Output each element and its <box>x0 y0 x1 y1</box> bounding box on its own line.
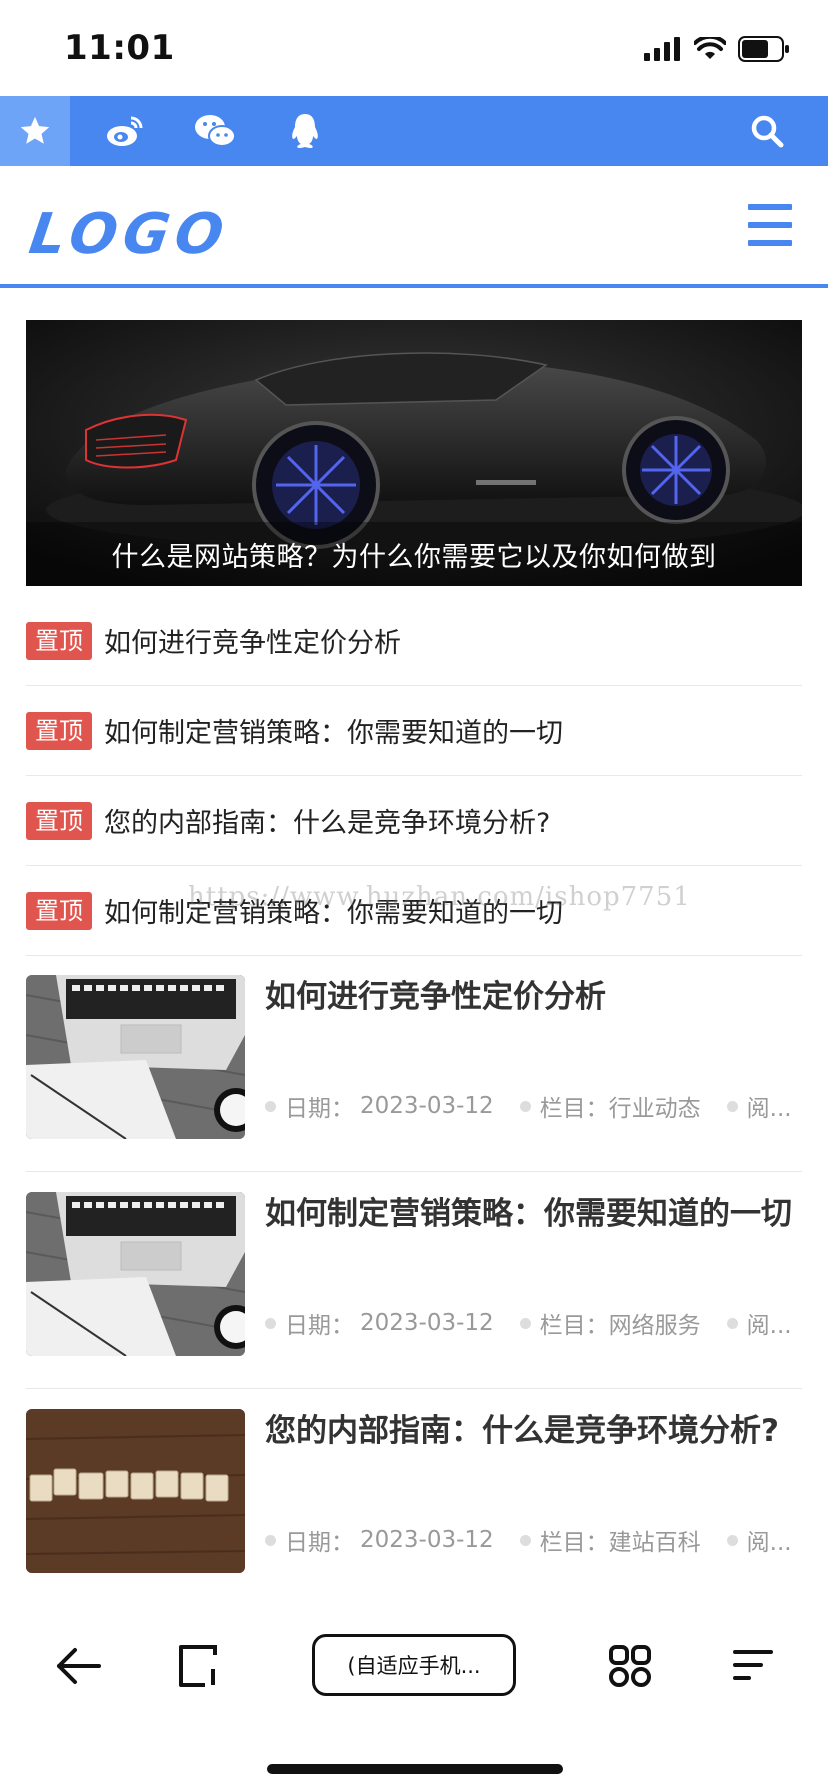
browser-toolbar: (自适应手机... <box>0 1586 828 1792</box>
weibo-button[interactable] <box>90 96 160 166</box>
meta-category: 栏目： 建站百科 <box>519 1523 701 1557</box>
pinned-badge: 置顶 <box>26 891 92 930</box>
address-bar[interactable]: (自适应手机... <box>312 1634 516 1696</box>
reads-label: 阅... <box>746 1530 792 1556</box>
category-value[interactable]: 行业动态 <box>609 1089 701 1123</box>
qq-button[interactable] <box>270 96 340 166</box>
date-value: 2023-03-12 <box>360 1310 494 1336</box>
pinned-item[interactable]: 置顶 您的内部指南：什么是竞争环境分析? <box>26 776 802 866</box>
bullet-dot-icon <box>726 1317 738 1329</box>
article-meta: 日期： 2023-03-12 栏目： 建站百科 阅... <box>265 1523 818 1557</box>
article-title[interactable]: 您的内部指南：什么是竞争环境分析? <box>265 1403 802 1459</box>
category-value[interactable]: 网络服务 <box>609 1306 701 1340</box>
bullet-dot-icon <box>519 1317 531 1329</box>
date-value: 2023-03-12 <box>360 1527 494 1553</box>
adwords-tiles-image <box>26 1409 245 1573</box>
date-value: 2023-03-12 <box>360 1093 494 1119</box>
category-label: 栏目： <box>539 1096 609 1122</box>
meta-category: 栏目： 网络服务 <box>519 1306 701 1340</box>
article-list: 如何进行竞争性定价分析 日期：2023-03-12 栏目：行业动态 阅... <box>26 955 802 1606</box>
pinned-badge: 置顶 <box>26 711 92 750</box>
pinned-item[interactable]: 置顶 如何进行竞争性定价分析 <box>26 596 802 686</box>
bullet-dot-icon <box>726 1100 738 1112</box>
weibo-icon <box>107 116 143 146</box>
tabs-button[interactable] <box>168 1636 228 1696</box>
meta-category: 栏目： 行业动态 <box>519 1089 701 1123</box>
search-icon <box>751 115 784 148</box>
date-label: 日期： <box>285 1096 354 1122</box>
article-item[interactable]: 您的内部指南：什么是竞争环境分析? 日期： 2023-03-12 栏目： 建站百科 … <box>26 1389 802 1606</box>
laptop-notebook-image <box>26 1192 245 1356</box>
article-meta: 日期： 2023-03-12 栏目： 行业动态 阅... <box>265 1089 818 1123</box>
category-label: 栏目： <box>539 1530 609 1556</box>
article-thumbnail[interactable] <box>26 1409 245 1573</box>
banner-caption: 什么是网站策略？为什么你需要它以及你如何做到 <box>26 522 802 586</box>
site-logo[interactable]: LOGO <box>25 202 233 267</box>
category-label: 栏目： <box>539 1313 609 1339</box>
wechat-button[interactable] <box>180 96 250 166</box>
menu-button[interactable] <box>722 1636 782 1696</box>
meta-date: 日期： 2023-03-12 <box>265 1523 494 1557</box>
status-icons <box>644 36 790 62</box>
back-button[interactable] <box>48 1636 108 1696</box>
article-meta: 日期： 2023-03-12 栏目： 网络服务 阅... <box>265 1306 818 1340</box>
article-item[interactable]: 如何制定营销策略：你需要知道的一切 日期： 2023-03-12 栏目： 网络服务 … <box>26 1172 802 1389</box>
back-arrow-icon <box>57 1648 101 1684</box>
reads-label: 阅... <box>746 1096 792 1122</box>
category-value[interactable]: 建站百科 <box>609 1523 701 1557</box>
social-bar <box>0 96 828 166</box>
star-icon <box>20 116 50 144</box>
bullet-dot-icon <box>519 1534 531 1546</box>
article-thumbnail[interactable] <box>26 975 245 1139</box>
menu-lines-icon <box>733 1650 773 1680</box>
meta-reads: 阅... <box>726 1306 792 1340</box>
meta-date: 日期： 2023-03-12 <box>265 1089 494 1123</box>
date-label: 日期： <box>285 1313 354 1339</box>
bullet-dot-icon <box>519 1100 531 1112</box>
pinned-badge: 置顶 <box>26 801 92 840</box>
pinned-title[interactable]: 您的内部指南：什么是竞争环境分析? <box>104 801 550 840</box>
meta-date: 日期： 2023-03-12 <box>265 1306 494 1340</box>
banner-slide[interactable]: 什么是网站策略？为什么你需要它以及你如何做到 <box>26 320 802 586</box>
pinned-title[interactable]: 如何制定营销策略：你需要知道的一切 <box>104 891 563 930</box>
article-body: 您的内部指南：什么是竞争环境分析? 日期： 2023-03-12 栏目： 建站百科 … <box>265 1409 802 1573</box>
bullet-dot-icon <box>265 1317 276 1329</box>
meta-reads: 阅... <box>726 1089 792 1123</box>
article-body: 如何制定营销策略：你需要知道的一切 日期： 2023-03-12 栏目： 网络服务 … <box>265 1192 802 1356</box>
status-time: 11:01 <box>64 28 175 68</box>
article-title[interactable]: 如何进行竞争性定价分析 <box>265 969 802 1025</box>
pinned-list: 置顶 如何进行竞争性定价分析 置顶 如何制定营销策略：你需要知道的一切 置顶 您… <box>26 596 802 956</box>
hamburger-menu-icon[interactable] <box>748 204 792 246</box>
site-header: LOGO <box>0 166 828 288</box>
wechat-icon <box>195 115 236 147</box>
bullet-dot-icon <box>726 1534 738 1546</box>
pinned-title[interactable]: 如何制定营销策略：你需要知道的一切 <box>104 711 563 750</box>
date-label: 日期： <box>285 1530 354 1556</box>
pinned-title[interactable]: 如何进行竞争性定价分析 <box>104 621 401 660</box>
tabs-icon <box>179 1645 217 1687</box>
bullet-dot-icon <box>265 1534 276 1546</box>
home-indicator[interactable] <box>267 1764 563 1774</box>
grid-apps-icon <box>609 1645 651 1687</box>
reads-label: 阅... <box>746 1313 792 1339</box>
article-item[interactable]: 如何进行竞争性定价分析 日期： 2023-03-12 栏目： 行业动态 阅... <box>26 955 802 1172</box>
qq-icon <box>292 114 318 148</box>
apps-button[interactable] <box>600 1636 660 1696</box>
laptop-notebook-image <box>26 975 245 1139</box>
article-title[interactable]: 如何制定营销策略：你需要知道的一切 <box>265 1186 802 1242</box>
pinned-item[interactable]: 置顶 如何制定营销策略：你需要知道的一切 <box>26 686 802 776</box>
bullet-dot-icon <box>265 1100 276 1112</box>
wifi-icon <box>694 37 726 59</box>
article-body: 如何进行竞争性定价分析 日期： 2023-03-12 栏目： 行业动态 阅... <box>265 975 802 1139</box>
favorite-button[interactable] <box>0 96 70 166</box>
cellular-signal-icon <box>644 37 680 61</box>
status-bar: 11:01 <box>0 0 828 96</box>
pinned-item[interactable]: 置顶 如何制定营销策略：你需要知道的一切 <box>26 866 802 956</box>
pinned-badge: 置顶 <box>26 621 92 660</box>
article-thumbnail[interactable] <box>26 1192 245 1356</box>
meta-reads: 阅... <box>726 1523 792 1557</box>
search-button[interactable] <box>732 96 802 166</box>
battery-icon <box>738 36 789 62</box>
